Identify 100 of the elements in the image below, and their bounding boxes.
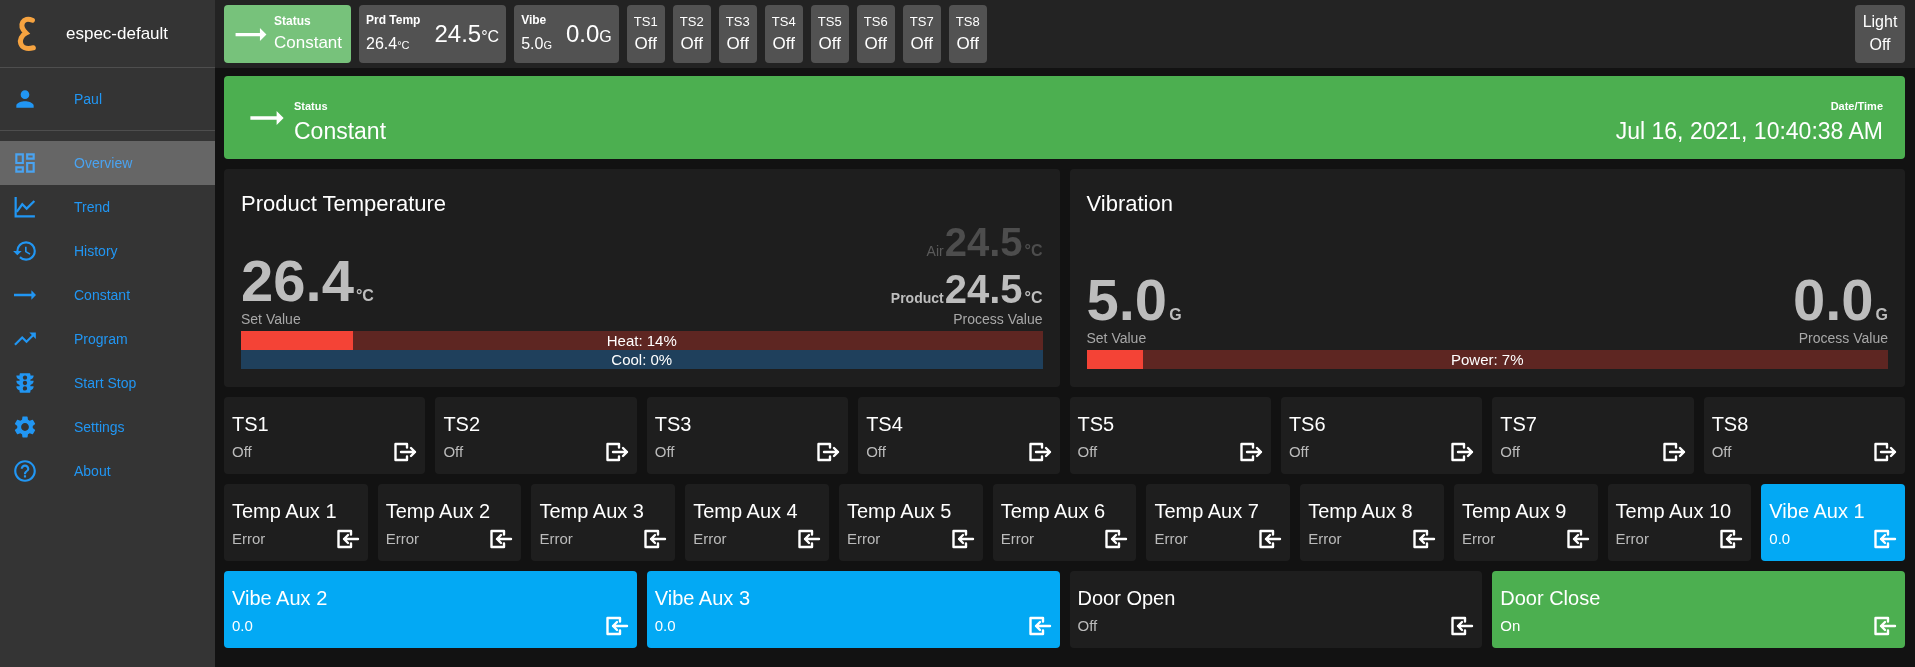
signal-value: Off [634,34,657,54]
tile-title: TS3 [654,412,693,437]
nav-item[interactable]: Start Stop [0,361,215,405]
tile-value: Off [232,442,252,462]
tile-title: TS6 [1288,412,1327,437]
exit-icon [1238,441,1263,463]
tile-value: Off [866,442,886,462]
io-tile[interactable]: TS8 Off [1703,397,1905,474]
process-value: 0.0 [1792,271,1874,329]
nav-item[interactable]: Program [0,317,215,361]
io-tile[interactable]: TS7 Off [1492,397,1694,474]
io-tile[interactable]: Door Open Off [1069,571,1483,648]
set-value: 5.0 [1086,271,1168,329]
tile-value: 0.0 [654,616,676,636]
io-tile[interactable]: Temp Aux 10 Error [1607,484,1752,561]
enter-icon [1873,615,1897,637]
enter-icon [796,528,821,550]
nav-item[interactable]: History [0,229,215,273]
nav-item[interactable]: Settings [0,405,215,449]
enter-icon [1719,528,1744,550]
tile-value: Off [654,442,675,462]
help-icon [12,458,38,484]
arrow-right-icon [250,110,284,125]
signal-label: TS6 [863,14,888,30]
dashboard-icon [12,150,38,176]
signal-label: TS4 [771,14,796,30]
io-tile[interactable]: Temp Aux 8 Error [1300,484,1444,561]
signal-value: Off [772,34,795,54]
user-name[interactable]: Paul [74,88,103,110]
tile-value: Error [1154,529,1188,549]
status-value: Constant [294,117,387,145]
app-title: espec-default [66,22,169,45]
exit-icon [604,441,629,463]
io-tile[interactable]: Temp Aux 4 Error [685,484,829,561]
set-value: 26.4 [241,252,354,310]
bar-label: Cool: 0% [610,350,674,369]
exit-icon [393,441,418,463]
process-value-label: Process Value [1798,329,1888,347]
signal-value: Off [956,34,979,54]
light-label: Light [1862,13,1898,31]
enter-icon [1104,528,1129,550]
tile-value: Off [1077,442,1098,462]
arrow-right-icon [14,290,36,300]
tile-title: Vibe Aux 3 [654,586,751,611]
io-tile[interactable]: Temp Aux 6 Error [992,484,1137,561]
history-icon [12,238,38,264]
tile-value: Error [693,529,727,549]
tile-value: Error [1461,529,1496,549]
enter-icon [1873,528,1898,550]
nav-item[interactable]: About [0,449,215,493]
io-tile[interactable]: TS5 Off [1069,397,1271,474]
enter-icon [1565,528,1590,550]
unit-label: °C [397,39,410,53]
io-tile[interactable]: Temp Aux 2 Error [377,484,522,561]
enter-icon [1450,615,1475,637]
io-tile[interactable]: Temp Aux 5 Error [838,484,983,561]
io-tile[interactable]: TS6 Off [1280,397,1483,474]
tile-title: Temp Aux 2 [385,499,492,524]
tile-title: Temp Aux 7 [1154,499,1260,524]
tile-title: TS7 [1500,412,1538,437]
io-tile[interactable]: Temp Aux 9 Error [1453,484,1598,561]
nav-item[interactable]: Trend [0,185,215,229]
tile-value: 0.0 [232,616,253,636]
set-value: 5.0 [521,34,544,54]
io-tile[interactable]: Temp Aux 3 Error [531,484,676,561]
enter-icon [1258,528,1283,550]
io-tile[interactable]: Temp Aux 7 Error [1146,484,1291,561]
io-tile[interactable]: TS4 Off [858,397,1060,474]
unit-label: °C [1024,288,1043,308]
datetime-value: Jul 16, 2021, 10:40:38 AM [1615,117,1883,145]
enter-icon [950,528,975,550]
set-value-label: Set Value [241,310,302,328]
tile-value: Error [1615,529,1649,549]
tile-title: Temp Aux 1 [232,499,338,524]
tile-title: TS8 [1711,412,1750,437]
signal-label: TS5 [817,14,842,30]
unit-label: G [599,27,612,47]
reading-label: Prd Temp [366,13,421,27]
tile-value: 0.0 [1769,529,1791,549]
tile-value: Error [539,529,573,549]
tile-value: Error [1000,529,1034,549]
tile-title: Temp Aux 9 [1461,499,1568,524]
signal-value: Off [680,34,703,54]
io-tile[interactable]: TS1 Off [224,397,426,474]
unit-label: °C [355,286,374,306]
io-tile[interactable]: Temp Aux 1 Error [224,484,368,561]
exit-icon [816,441,841,463]
nav-item[interactable]: Constant [0,273,215,317]
light-value: Off [1869,35,1891,55]
io-tile[interactable]: TS3 Off [646,397,849,474]
tile-title: Temp Aux 10 [1615,499,1733,524]
io-tile[interactable]: TS2 Off [435,397,637,474]
bar-label: Power: 7% [1449,350,1525,369]
signal-label: TS1 [633,14,658,30]
signal-value: Off [818,34,841,54]
process-value: 24.5 [434,19,482,48]
exit-icon [1450,441,1475,463]
tile-value: Off [443,442,464,462]
tile-value: Off [1288,442,1309,462]
signal-label: TS8 [955,14,980,30]
